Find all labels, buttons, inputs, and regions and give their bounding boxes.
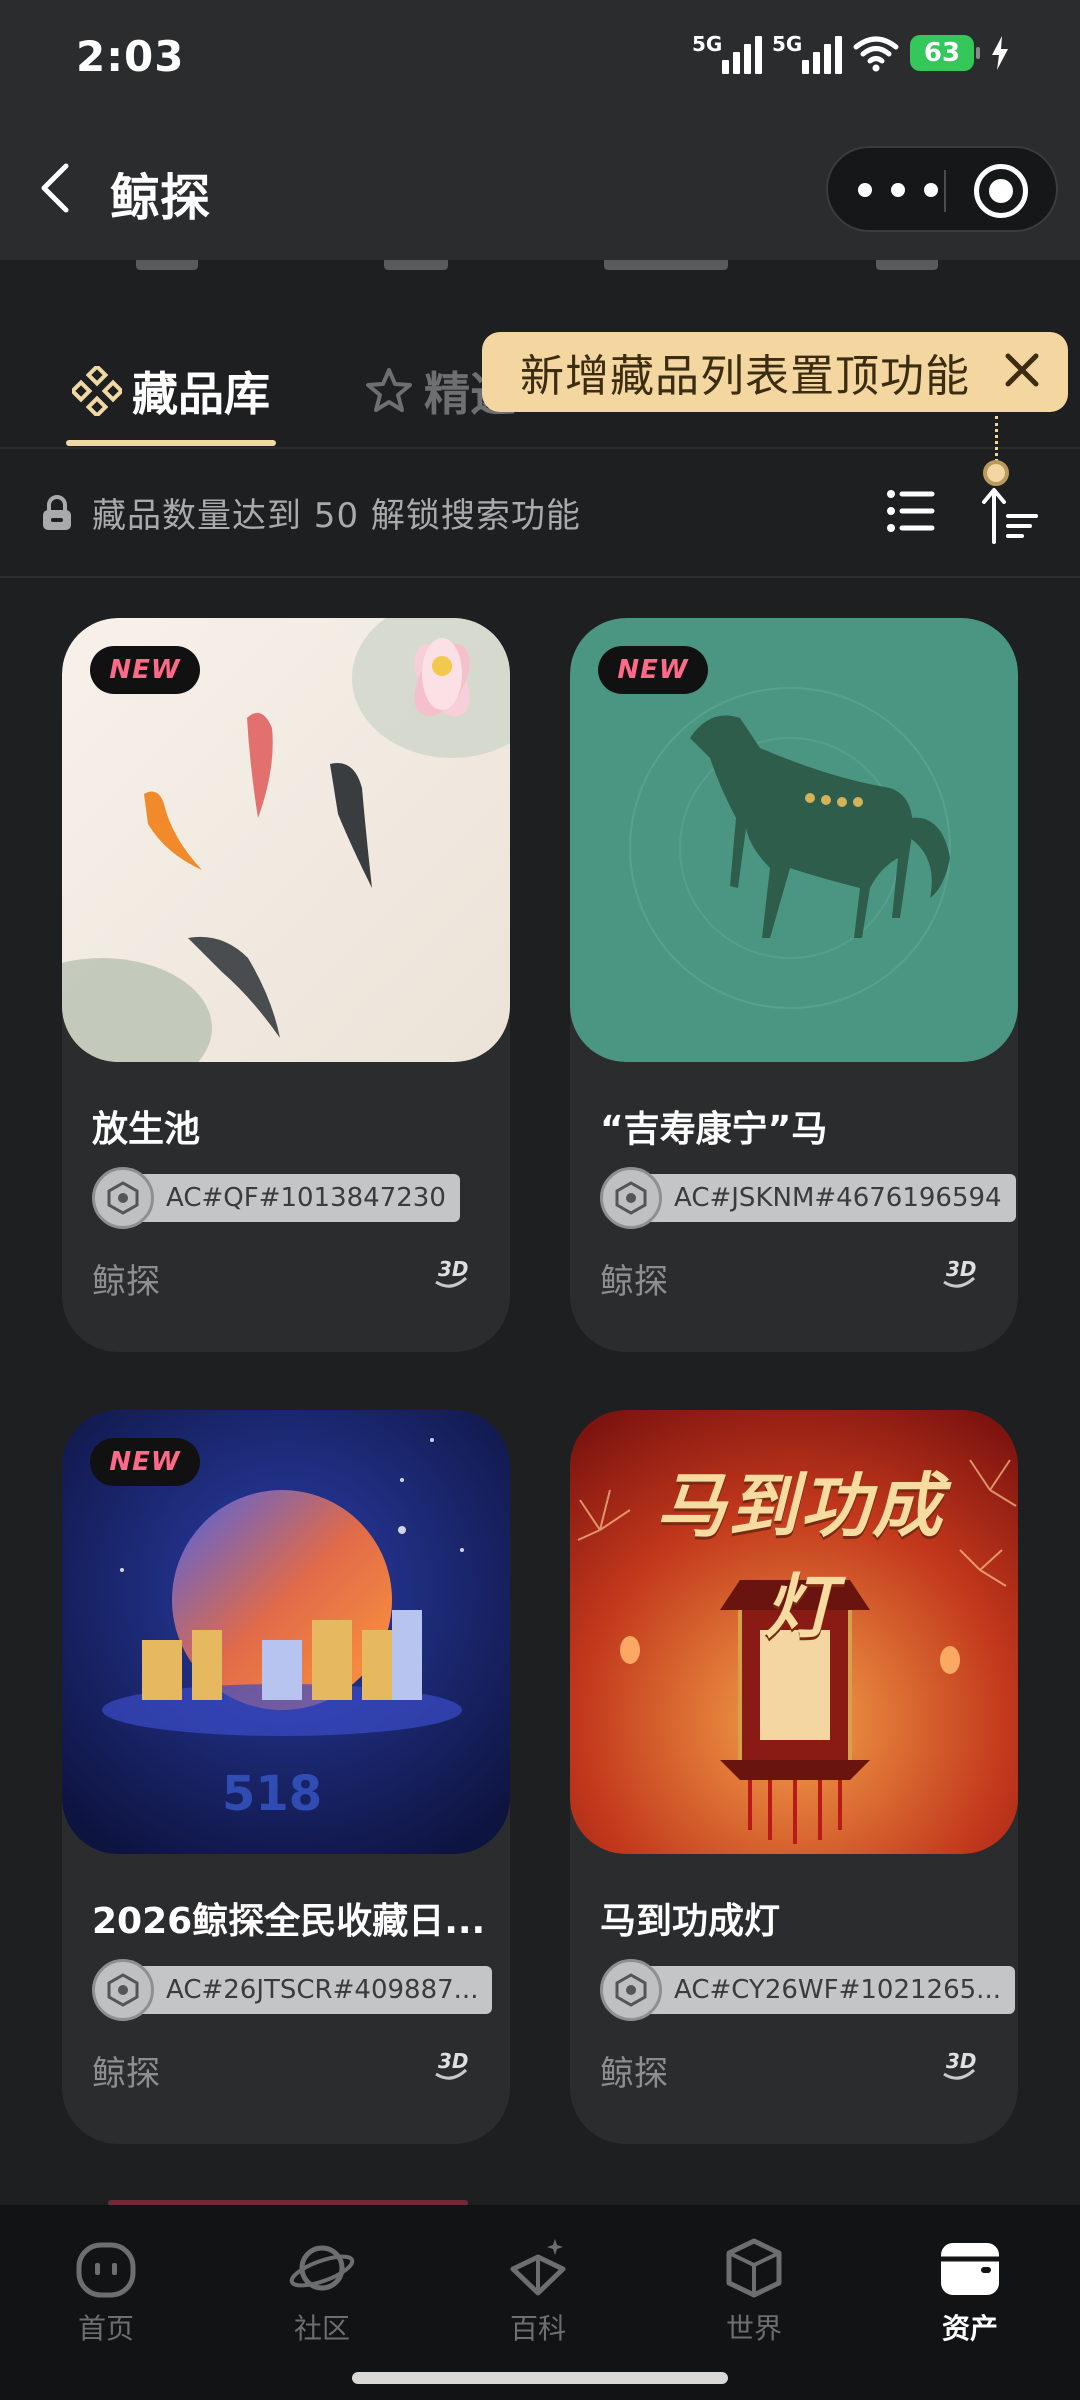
card-serial: AC#26JTSCR#409887... — [92, 1959, 493, 2021]
3d-icon: 3D — [943, 1257, 977, 1288]
diamond-grid-icon — [72, 366, 122, 416]
capsule-divider — [944, 170, 946, 212]
card-name: 2026鲸探全民收藏日... — [92, 1901, 482, 1942]
pin-top-sort-icon[interactable] — [980, 484, 1040, 544]
svg-text:3D: 3D — [946, 1257, 977, 1281]
search-locked-hint: 藏品数量达到 50 解锁搜索功能 — [92, 496, 581, 536]
book-icon — [510, 2239, 566, 2296]
3d-icon: 3D — [943, 2049, 977, 2080]
wifi-icon — [853, 36, 899, 72]
charging-icon — [992, 36, 1008, 70]
3d-icon: 3D — [435, 1257, 469, 1288]
bottom-nav: 首页 社区 百科 世界 资产 — [0, 2205, 1080, 2400]
card-image-title: 马到功成灯 — [656, 1464, 944, 1648]
header: 鲸探 — [0, 120, 1080, 260]
card-serial: AC#CY26WF#1021265... — [600, 1959, 1015, 2021]
new-badge: NEW — [598, 646, 708, 694]
signal-icon: 5G — [772, 32, 842, 74]
active-tab-indicator — [66, 440, 276, 446]
nav-item-world[interactable]: 世界 — [694, 2233, 814, 2347]
serial-number: AC#QF#1013847230 — [136, 1174, 460, 1222]
star-icon — [366, 368, 412, 412]
chain-emblem-icon — [92, 1167, 154, 1229]
collection-card[interactable]: NEW “吉寿康宁”马 AC#JSKNM#4676196594 鲸探 3D — [570, 618, 1018, 1352]
serial-number: AC#JSKNM#4676196594 — [644, 1174, 1016, 1222]
nav-label: 资产 — [941, 2312, 998, 2345]
status-bar: 2:03 5G 5G 63 — [0, 0, 1080, 120]
svg-text:3D: 3D — [946, 2049, 977, 2073]
status-time: 2:03 — [76, 32, 185, 81]
wallet-icon — [941, 2243, 999, 2295]
nav-item-assets[interactable]: 资产 — [910, 2233, 1030, 2347]
chain-emblem-icon — [92, 1959, 154, 2021]
clipped-row — [0, 260, 1080, 300]
nav-item-encyclopedia[interactable]: 百科 — [478, 2233, 598, 2347]
lock-icon — [43, 495, 71, 530]
card-image-koi-pond: NEW — [62, 618, 510, 1062]
tab-collection-library[interactable]: 藏品库 — [72, 358, 270, 424]
tooltip-text: 新增藏品列表置顶功能 — [520, 351, 970, 402]
nav-label: 世界 — [725, 2312, 782, 2345]
status-icons: 5G 5G 63 — [692, 32, 1010, 74]
tab-label: 藏品库 — [132, 367, 270, 421]
signal-icon: 5G — [692, 32, 762, 74]
page-title: 鲸探 — [110, 169, 210, 227]
back-arrow-icon[interactable] — [34, 160, 78, 216]
card-image-collection-day: 518 NEW — [62, 1410, 510, 1854]
close-icon[interactable] — [1002, 350, 1042, 390]
card-source: 鲸探 — [92, 1262, 160, 1302]
home-indicator[interactable] — [352, 2372, 728, 2384]
nav-label: 百科 — [509, 2312, 566, 2345]
card-image-jade-horse: NEW — [570, 618, 1018, 1062]
card-source: 鲸探 — [600, 1262, 668, 1302]
serial-number: AC#CY26WF#1021265... — [644, 1966, 1015, 2014]
nav-item-community[interactable]: 社区 — [262, 2233, 382, 2347]
serial-number: AC#26JTSCR#409887... — [136, 1966, 493, 2014]
card-serial: AC#QF#1013847230 — [92, 1167, 460, 1229]
card-source: 鲸探 — [600, 2054, 668, 2094]
list-view-icon[interactable] — [886, 488, 936, 534]
card-source: 鲸探 — [92, 2054, 160, 2094]
svg-text:3D: 3D — [438, 1257, 469, 1281]
divider — [0, 447, 1080, 449]
nav-item-home[interactable]: 首页 — [46, 2233, 166, 2347]
feature-tooltip: 新增藏品列表置顶功能 — [482, 332, 1068, 412]
card-name: 马到功成灯 — [600, 1901, 781, 1942]
card-image-lantern: 马到功成灯 — [570, 1410, 1018, 1854]
divider — [0, 576, 1080, 578]
more-icon[interactable] — [858, 178, 938, 202]
collection-card[interactable]: 马到功成灯 马到功成灯 AC#CY26WF#1021265... 鲸探 3D — [570, 1410, 1018, 2144]
planet-icon — [289, 2245, 355, 2291]
chain-emblem-icon — [600, 1959, 662, 2021]
card-serial: AC#JSKNM#4676196594 — [600, 1167, 1016, 1229]
battery-icon: 63 — [910, 35, 980, 71]
card-name: 放生池 — [92, 1109, 201, 1150]
nav-label: 首页 — [77, 2312, 134, 2345]
svg-text:518: 518 — [222, 1766, 322, 1822]
svg-text:3D: 3D — [438, 2049, 469, 2073]
mini-program-capsule — [826, 146, 1058, 232]
card-name: “吉寿康宁”马 — [600, 1109, 828, 1150]
cube-icon — [726, 2238, 782, 2298]
3d-icon: 3D — [435, 2049, 469, 2080]
collection-card[interactable]: 518 NEW 2026鲸探全民收藏日... AC#26JTSCR#409887… — [62, 1410, 510, 2144]
nav-label: 社区 — [293, 2312, 350, 2345]
chain-emblem-icon — [600, 1167, 662, 1229]
new-badge: NEW — [90, 646, 200, 694]
close-target-icon[interactable] — [974, 164, 1028, 218]
collection-card[interactable]: NEW 放生池 AC#QF#1013847230 鲸探 3D — [62, 618, 510, 1352]
search-row: 藏品数量达到 50 解锁搜索功能 — [0, 450, 1080, 576]
new-badge: NEW — [90, 1438, 200, 1486]
home-icon — [76, 2242, 136, 2298]
